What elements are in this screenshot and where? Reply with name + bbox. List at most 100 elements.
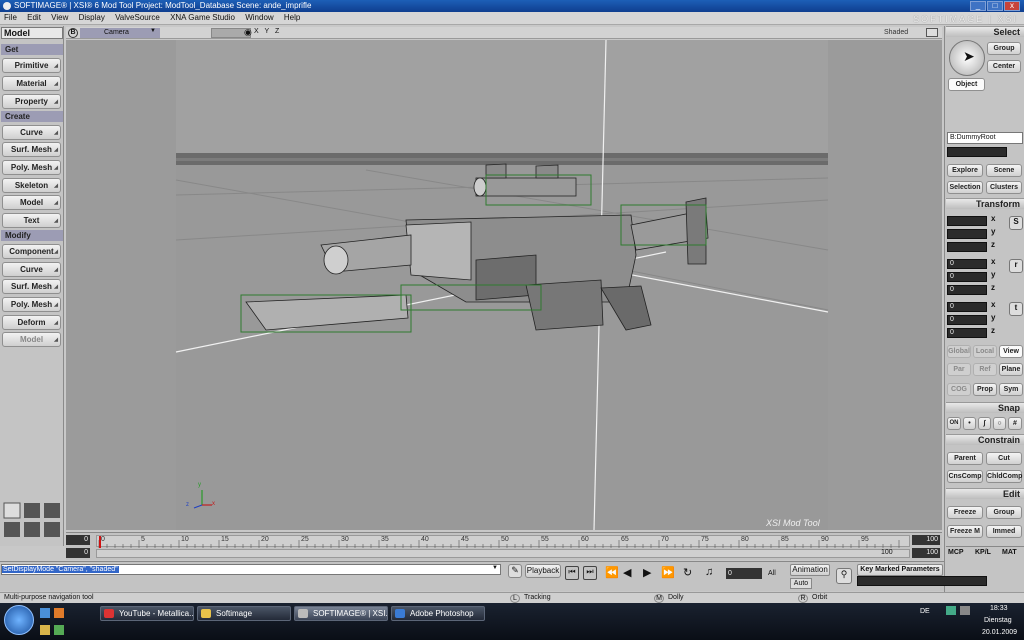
language-indicator[interactable]: DE <box>920 608 930 615</box>
3d-viewport[interactable]: y x z XSI Mod Tool <box>66 40 942 530</box>
start-button[interactable] <box>4 605 34 635</box>
create-surf-mesh-button[interactable]: Surf. Mesh <box>2 142 61 157</box>
parent-button[interactable]: Parent <box>947 452 983 465</box>
scale-y-field[interactable] <box>947 229 987 239</box>
scale-icon[interactable]: S <box>1009 216 1023 230</box>
play-icon[interactable]: ▶ <box>643 566 651 579</box>
task-xsi[interactable]: SOFTIMAGE® | XSI... <box>294 606 388 621</box>
key-icon[interactable]: ⚲ <box>836 568 852 584</box>
component-button[interactable]: Component <box>2 244 61 259</box>
snap-grid-icon[interactable]: # <box>1008 417 1022 430</box>
timeline-end-field[interactable]: 100 <box>912 535 940 545</box>
task-photoshop[interactable]: Adobe Photoshop <box>391 606 485 621</box>
scale-x-field[interactable] <box>947 216 987 226</box>
translate-y-field[interactable]: 0 <box>947 315 987 325</box>
menu-file[interactable]: File <box>0 12 21 22</box>
cut-button[interactable]: Cut <box>986 452 1022 465</box>
key-marked-parameters-button[interactable]: Key Marked Parameters <box>857 564 943 576</box>
wrench-icon[interactable]: ✎ <box>508 564 522 578</box>
rotate-x-field[interactable]: 0 <box>947 259 987 269</box>
plane-button[interactable]: Plane <box>999 363 1023 376</box>
object-button[interactable]: Object <box>948 78 985 91</box>
menu-edit[interactable]: Edit <box>23 12 45 22</box>
scale-z-field[interactable] <box>947 242 987 252</box>
immed-button[interactable]: Immed <box>986 525 1022 538</box>
rotate-z-field[interactable]: 0 <box>947 285 987 295</box>
deform-button[interactable]: Deform <box>2 315 61 330</box>
snap-on-button[interactable]: ON <box>947 417 961 430</box>
cog-button[interactable]: COG <box>947 383 971 396</box>
loop-icon[interactable]: ↻ <box>683 566 692 579</box>
all-toggle[interactable]: All <box>768 570 776 577</box>
close-button[interactable]: x <box>1004 1 1020 11</box>
timeline-ruler[interactable]: 0 5 10 15 20 25 30 35 40 45 50 55 60 65 … <box>96 535 910 548</box>
minimize-button[interactable]: _ <box>970 1 986 11</box>
global-button[interactable]: Global <box>947 345 971 358</box>
next-key-icon[interactable]: ⏩ <box>661 566 675 579</box>
rotate-icon[interactable]: r <box>1009 259 1023 273</box>
explore-button[interactable]: Explore <box>947 164 983 177</box>
animation-button[interactable]: Animation <box>790 564 830 576</box>
skeleton-button[interactable]: Skeleton <box>2 178 61 193</box>
menu-valvesource[interactable]: ValveSource <box>111 12 164 22</box>
view-button[interactable]: View <box>999 345 1023 358</box>
tray-network-icon[interactable] <box>946 606 956 615</box>
tab-kpl[interactable]: KP/L <box>975 549 991 556</box>
show-desktop-icon[interactable] <box>40 608 50 618</box>
eye-icon[interactable]: ◉ <box>244 27 252 38</box>
key-parameter-field[interactable] <box>857 576 987 586</box>
first-frame-icon[interactable]: ⏮ <box>565 566 579 580</box>
modify-surf-mesh-button[interactable]: Surf. Mesh <box>2 279 61 294</box>
modify-model-button[interactable]: Model <box>2 332 61 347</box>
viewport-letter[interactable]: B <box>68 28 78 38</box>
maximize-button[interactable]: □ <box>987 1 1003 11</box>
freeze-button[interactable]: Freeze <box>947 506 983 519</box>
task-softimage-folder[interactable]: Softimage <box>197 606 291 621</box>
property-button[interactable]: Property <box>2 94 61 109</box>
snap-surface-icon[interactable]: ○ <box>993 417 1006 430</box>
playhead[interactable] <box>99 536 101 548</box>
timeline-range-end-field[interactable]: 100 <box>912 548 940 558</box>
shading-mode[interactable]: Shaded <box>884 29 908 36</box>
freeze-m-button[interactable]: Freeze M <box>947 525 983 538</box>
create-curve-button[interactable]: Curve <box>2 125 61 140</box>
scene-button[interactable]: Scene <box>986 164 1022 177</box>
create-model-button[interactable]: Model <box>2 195 61 210</box>
select-center-button[interactable]: Center <box>987 60 1021 73</box>
text-button[interactable]: Text <box>2 213 61 228</box>
mode-dropdown[interactable]: Model <box>1 27 63 39</box>
timeline-start-field[interactable]: 0 <box>66 535 90 545</box>
explorer-icon[interactable] <box>40 625 50 635</box>
quicklaunch-icon[interactable] <box>54 608 64 618</box>
camera-dropdown[interactable]: Camera <box>80 28 160 38</box>
tab-mcp[interactable]: MCP <box>948 549 964 556</box>
snap-curve-icon[interactable]: ∫ <box>978 417 991 430</box>
ref-button[interactable]: Ref <box>973 363 997 376</box>
rotate-y-field[interactable]: 0 <box>947 272 987 282</box>
selection-button[interactable]: Selection <box>947 181 983 194</box>
translate-x-field[interactable]: 0 <box>947 302 987 312</box>
current-frame-field[interactable]: 0 <box>726 568 762 579</box>
menu-window[interactable]: Window <box>241 12 277 22</box>
cnscomp-button[interactable]: CnsComp <box>947 470 983 483</box>
edit-group-button[interactable]: Group <box>986 506 1022 519</box>
timeline-range-start-field[interactable]: 0 <box>66 548 90 558</box>
menu-display[interactable]: Display <box>75 12 109 22</box>
script-dropdown-icon[interactable]: ▼ <box>492 565 498 571</box>
menu-help[interactable]: Help <box>280 12 304 22</box>
tab-mat[interactable]: MAT <box>1002 549 1017 556</box>
menu-view[interactable]: View <box>47 12 72 22</box>
prop-button[interactable]: Prop <box>973 383 997 396</box>
playback-button[interactable]: Playback <box>525 564 561 578</box>
tray-volume-icon[interactable] <box>960 606 970 615</box>
prev-key-icon[interactable]: ⏪ <box>605 566 619 579</box>
step-back-icon[interactable]: ◀ <box>623 566 631 579</box>
selection-filter-field[interactable] <box>947 147 1007 157</box>
task-youtube[interactable]: YouTube - Metallica... <box>100 606 194 621</box>
par-button[interactable]: Par <box>947 363 971 376</box>
modify-curve-button[interactable]: Curve <box>2 262 61 277</box>
material-button[interactable]: Material <box>2 76 61 91</box>
primitive-button[interactable]: Primitive <box>2 58 61 73</box>
snap-point-icon[interactable]: • <box>963 417 976 430</box>
chldcomp-button[interactable]: ChldComp <box>986 470 1022 483</box>
